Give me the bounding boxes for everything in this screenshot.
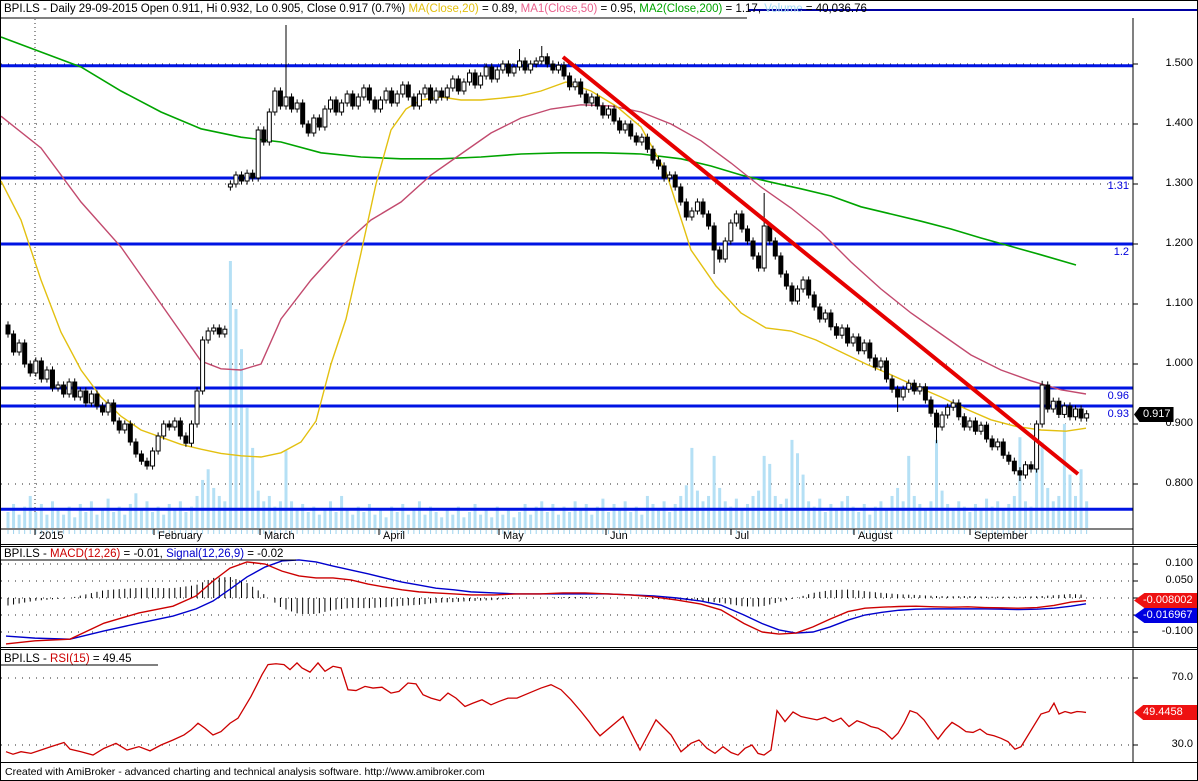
ma20-line bbox=[1, 81, 1087, 458]
down-trendline bbox=[561, 55, 1080, 476]
candlesticks bbox=[5, 25, 1090, 481]
price-axis-label: 1.400 bbox=[1165, 117, 1193, 129]
title-segment: MA1(Close,50) bbox=[520, 3, 598, 15]
rsi-value-tag: 49.4458 bbox=[1134, 705, 1197, 720]
title-segment: = 0.89, bbox=[478, 3, 521, 15]
title-segment: = 40,036.76 bbox=[802, 3, 867, 15]
price-panel-title: BPI.LS - Daily 29-09-2015 Open 0.911, Hi… bbox=[4, 3, 867, 15]
price-axis-label: 0.800 bbox=[1165, 477, 1193, 489]
last-price-tag: 0.917 bbox=[1134, 407, 1174, 422]
price-axis-label: 1.000 bbox=[1165, 357, 1193, 369]
hline-price-label: 1.2 bbox=[1113, 246, 1129, 258]
signal-line bbox=[5, 559, 1087, 640]
price-axis-label: 1.200 bbox=[1165, 237, 1193, 249]
title-segment: BPI.LS - Daily 29-09-2015 Open 0.911, Hi… bbox=[4, 3, 409, 15]
rsi-axis-label: 70.0 bbox=[1171, 671, 1193, 683]
macd-value-tag: -0.008002 bbox=[1134, 593, 1197, 608]
title-segment: MA2(Close,200) bbox=[639, 3, 723, 15]
macd-panel-title: BPI.LS - MACD(12,26) = -0.01, Signal(12,… bbox=[4, 548, 283, 560]
title-segment: BPI.LS - bbox=[4, 653, 51, 665]
month-label: May bbox=[503, 530, 524, 542]
rsi-axis-label: 30.0 bbox=[1171, 738, 1193, 750]
price-axis-label: 1.500 bbox=[1165, 57, 1193, 69]
title-segment: = -0.01, bbox=[120, 548, 167, 560]
month-label: 2015 bbox=[39, 530, 64, 542]
macd-line bbox=[5, 561, 1087, 645]
month-label: Jul bbox=[735, 530, 750, 542]
month-label: September bbox=[974, 530, 1028, 542]
title-segment: MACD(12,26) bbox=[50, 548, 121, 560]
title-segment: = 0.95, bbox=[597, 3, 640, 15]
month-label: February bbox=[158, 530, 203, 542]
macd-axis-label: 0.100 bbox=[1165, 557, 1193, 569]
rsi-panel-title: BPI.LS - RSI(15) = 49.45 bbox=[4, 653, 132, 665]
month-label: Jun bbox=[610, 530, 628, 542]
month-label: March bbox=[264, 530, 295, 542]
title-segment: MA(Close,20) bbox=[408, 3, 479, 15]
ma200-line bbox=[1, 36, 1077, 266]
amibroker-window: BPI.LS - Daily 29-09-2015 Open 0.911, Hi… bbox=[0, 0, 1198, 781]
title-segment: = 1.17, bbox=[722, 3, 765, 15]
hline-price-label: 0.93 bbox=[1107, 408, 1129, 420]
macd-axis-label: -0.100 bbox=[1161, 625, 1193, 637]
hline-price-label: 1.31 bbox=[1107, 180, 1129, 192]
macd-axis-label: 0.050 bbox=[1165, 574, 1193, 586]
title-segment: = -0.02 bbox=[244, 548, 284, 560]
signal-value-tag: -0.016967 bbox=[1134, 608, 1197, 623]
price-axis-label: 1.100 bbox=[1165, 297, 1193, 309]
rsi-line bbox=[5, 661, 1087, 756]
amibroker-credit-text: Created with AmiBroker - advanced charti… bbox=[5, 766, 485, 778]
title-segment: Volume bbox=[764, 3, 803, 15]
price-axis-label: 1.300 bbox=[1165, 177, 1193, 189]
title-segment: = 49.45 bbox=[89, 653, 132, 665]
title-segment: Signal(12,26,9) bbox=[166, 548, 245, 560]
month-label: April bbox=[383, 530, 406, 542]
month-label: August bbox=[858, 530, 893, 542]
title-segment: BPI.LS - bbox=[4, 548, 51, 560]
chart-canvas[interactable] bbox=[1, 1, 1198, 781]
hline-price-label: 0.96 bbox=[1107, 390, 1129, 402]
title-segment: RSI(15) bbox=[50, 653, 90, 665]
